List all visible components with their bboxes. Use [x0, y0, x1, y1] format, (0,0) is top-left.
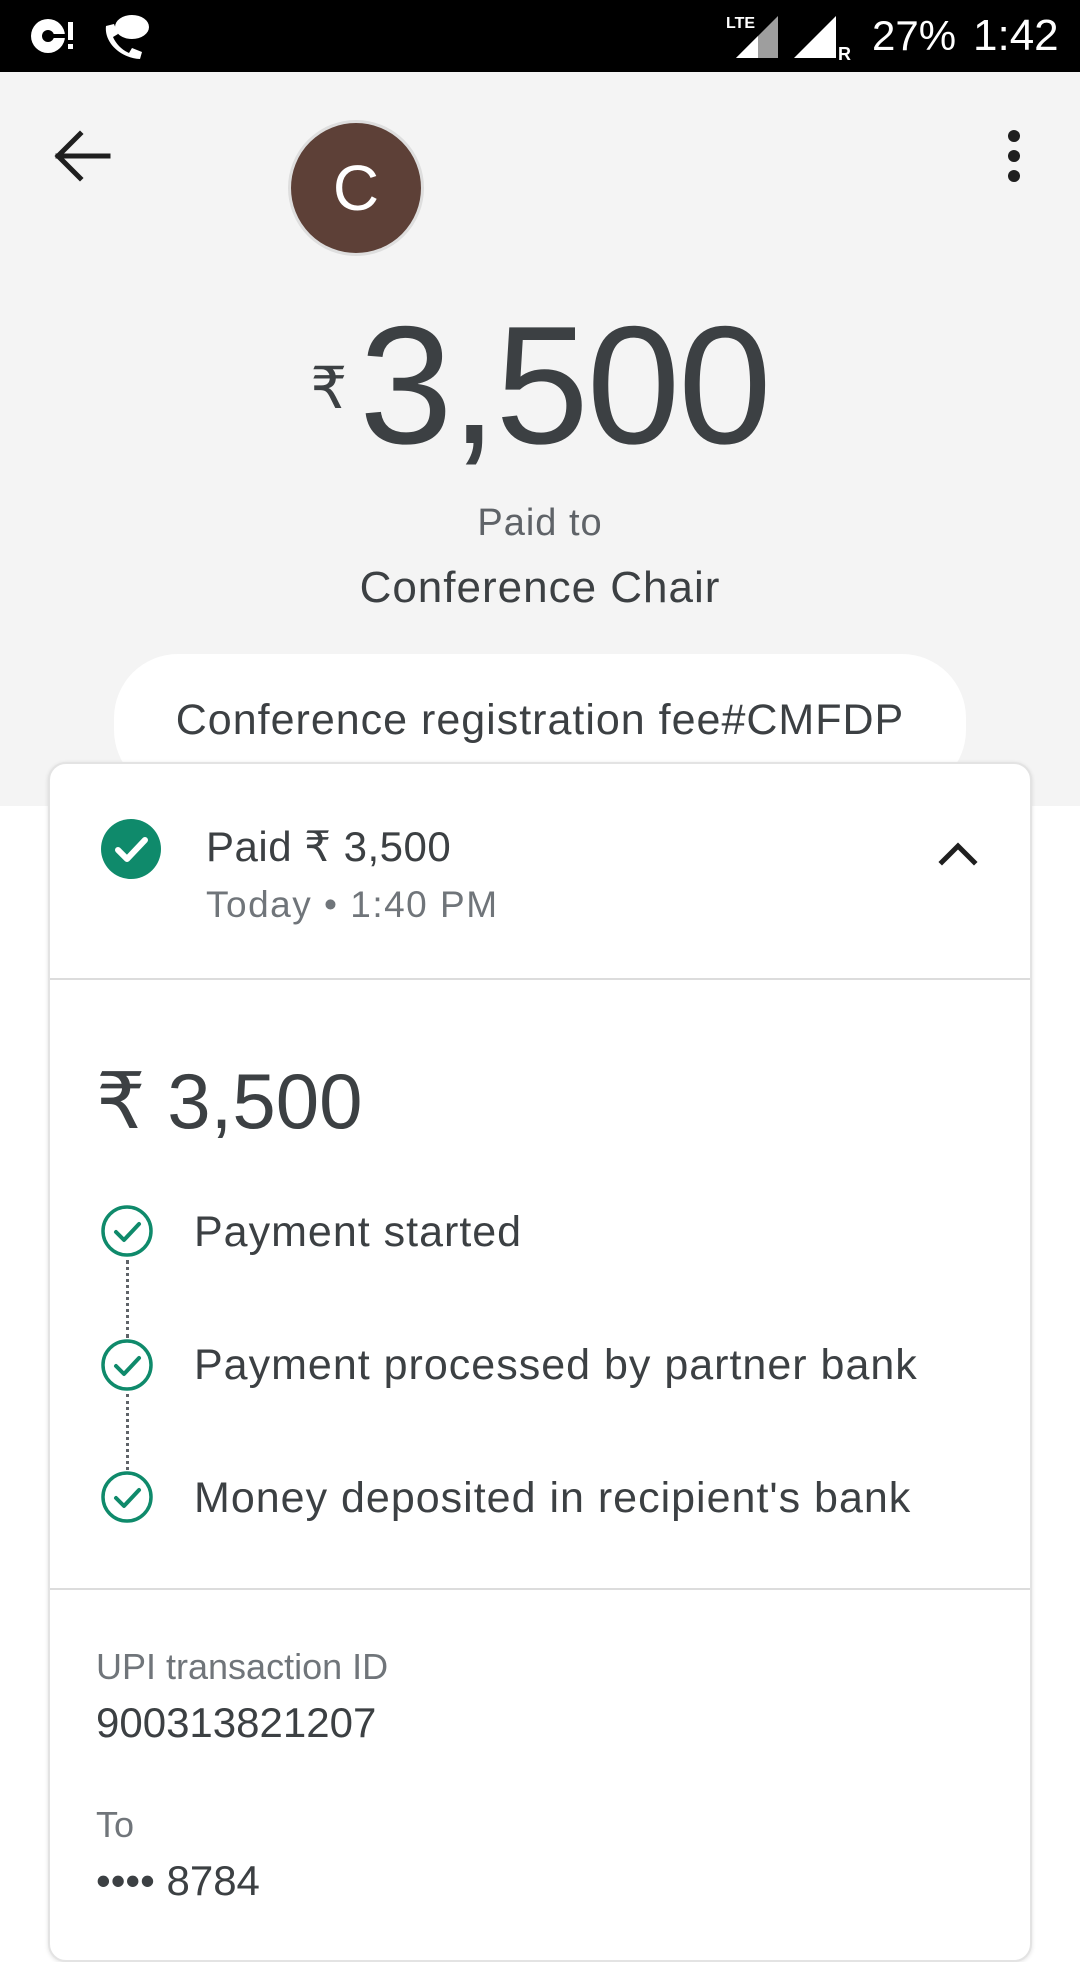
amount-value: 3,500	[359, 291, 771, 479]
amount-display: ₹3,500	[0, 300, 1080, 470]
status-bar: LTE R 27% 1:42	[0, 0, 1080, 72]
payment-status-row[interactable]: Paid ₹ 3,500 Today • 1:40 PM	[50, 764, 1030, 980]
transaction-id-value: 900313821207	[96, 1699, 377, 1746]
transaction-details-card: Paid ₹ 3,500 Today • 1:40 PM ₹ 3,500 Pay…	[48, 762, 1032, 1962]
more-options-button[interactable]	[986, 118, 1042, 198]
svg-text:LTE: LTE	[726, 15, 755, 32]
detail-amount: ₹ 3,500	[96, 1057, 363, 1145]
payment-status-title: Paid ₹ 3,500	[206, 823, 452, 870]
cell-signal-icon: R	[794, 16, 851, 62]
back-button[interactable]	[44, 118, 124, 198]
check-circle-outline-icon	[101, 1339, 153, 1391]
transaction-id-label: UPI transaction ID	[96, 1646, 389, 1687]
chevron-up-icon	[938, 842, 978, 866]
lte-signal-icon: LTE	[726, 15, 778, 58]
payee-name: Conference Chair	[359, 563, 721, 612]
to-account-value: •••• 8784	[96, 1857, 260, 1904]
call-notification-icon	[105, 15, 149, 59]
svg-text:R: R	[838, 44, 851, 62]
battery-percentage: 27%	[872, 12, 957, 59]
notification-icon	[31, 19, 73, 53]
arrow-back-icon	[54, 130, 111, 182]
to-label: To	[96, 1804, 135, 1845]
paid-to-label: Paid to	[477, 502, 603, 544]
step-label: Payment processed by partner bank	[194, 1341, 918, 1389]
check-circle-icon	[101, 819, 161, 879]
collapse-button[interactable]	[920, 816, 996, 892]
check-circle-outline-icon	[101, 1205, 153, 1257]
step-label: Payment started	[194, 1208, 523, 1256]
more-vert-icon	[1008, 130, 1020, 182]
payment-timestamp: Today • 1:40 PM	[206, 884, 499, 925]
step-label: Money deposited in recipient's bank	[194, 1474, 912, 1522]
avatar: C	[288, 120, 424, 256]
divider	[50, 1588, 1030, 1590]
step-connector	[126, 1260, 129, 1338]
currency-symbol: ₹	[310, 356, 348, 421]
clock: 1:42	[973, 11, 1059, 60]
check-circle-outline-icon	[101, 1471, 153, 1523]
step-connector	[126, 1394, 129, 1470]
